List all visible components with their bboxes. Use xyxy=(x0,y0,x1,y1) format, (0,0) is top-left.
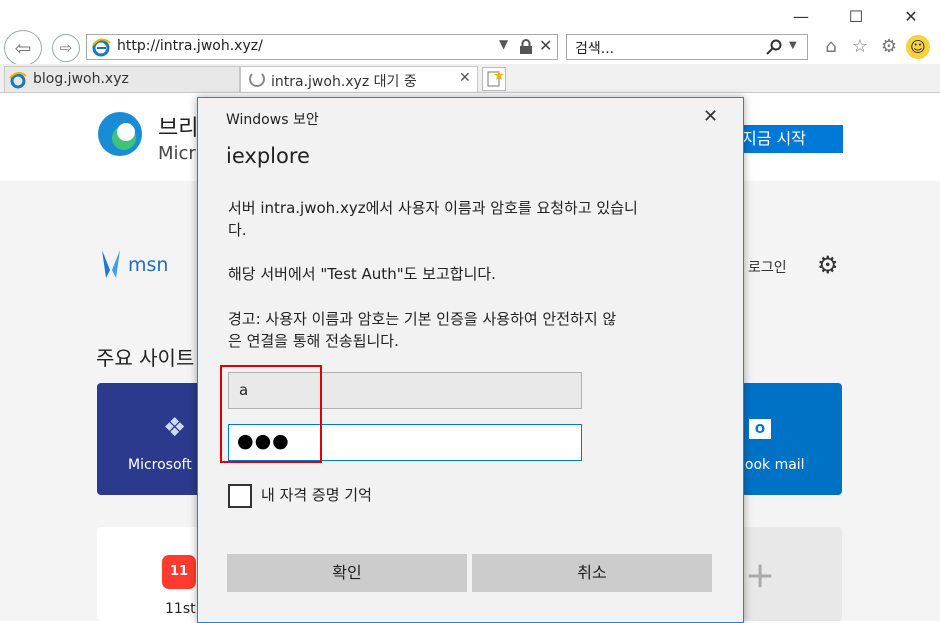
smiley-feedback-icon[interactable]: ☺ xyxy=(906,35,930,59)
tab-blog[interactable]: blog.jwoh.xyz xyxy=(4,66,240,92)
banner-title: 브리 xyxy=(158,116,199,141)
remember-checkbox[interactable] xyxy=(228,484,252,508)
tile-label: Microsoft xyxy=(128,457,192,473)
forward-arrow-icon: ⇨ xyxy=(59,39,73,57)
tile-label: look mail xyxy=(741,457,805,473)
credential-dialog: Windows 보안 ✕ iexplore 서버 intra.jwoh.xyz에… xyxy=(197,97,744,623)
close-tab-icon[interactable]: ✕ xyxy=(459,70,471,86)
warning-line1: 경고: 사용자 이름과 암호는 기본 인증을 사용하여 안전하지 않 xyxy=(228,310,617,328)
dropdown-icon[interactable]: ▼ xyxy=(499,37,508,51)
back-arrow-icon: ⇦ xyxy=(14,36,32,60)
server-report-text: 해당 서버에서 "Test Auth"도 보고합니다. xyxy=(228,265,496,283)
ie-icon xyxy=(92,38,111,57)
elevenst-logo-icon: 11 xyxy=(162,555,196,589)
request-message-line1: 서버 intra.jwoh.xyz에서 사용자 이름과 암호를 요청하고 있습니 xyxy=(228,199,638,217)
home-icon[interactable]: ⌂ xyxy=(820,36,842,58)
app-name: iexplore xyxy=(226,144,310,168)
edge-logo-icon xyxy=(98,112,142,156)
favorites-star-icon[interactable]: ☆ xyxy=(849,36,871,58)
tile-outlook[interactable]: O look mail xyxy=(741,383,842,495)
back-button[interactable]: ⇦ xyxy=(4,30,42,66)
tab-label: intra.jwoh.xyz 대기 중 xyxy=(271,74,417,90)
tile-add[interactable]: + xyxy=(741,527,842,621)
highlight-box xyxy=(220,365,322,463)
login-link[interactable]: 로그인 xyxy=(748,257,787,277)
ie-icon xyxy=(9,72,27,89)
loading-spinner-icon xyxy=(249,71,265,87)
stop-icon[interactable]: ✕ xyxy=(539,36,552,55)
ok-button[interactable]: 확인 xyxy=(227,554,467,592)
top-sites-heading: 주요 사이트 xyxy=(96,346,195,370)
maximize-icon[interactable]: ☐ xyxy=(833,4,879,30)
close-window-icon[interactable]: ✕ xyxy=(888,4,934,30)
banner-subtitle: Micr xyxy=(158,143,196,164)
settings-gear-icon[interactable]: ⚙ xyxy=(817,251,839,279)
search-input[interactable]: 검색... ▼ xyxy=(566,34,808,60)
tile-label: 11st xyxy=(165,601,196,617)
search-placeholder: 검색... xyxy=(575,41,615,57)
tile-microsoft[interactable]: ❖ Microsoft xyxy=(97,383,201,495)
new-tab-button[interactable] xyxy=(482,67,506,91)
warning-line2: 은 연결을 통해 전송됩니다. xyxy=(228,332,399,350)
start-now-label: 지금 시작 xyxy=(742,129,806,148)
address-bar[interactable]: http://intra.jwoh.xyz/ ▼ ✕ xyxy=(86,34,558,60)
new-tab-icon xyxy=(487,70,504,87)
tab-intra[interactable]: intra.jwoh.xyz 대기 중 ✕ xyxy=(240,66,478,92)
request-message-line2: 다. xyxy=(228,221,247,239)
gear-icon[interactable]: ⚙ xyxy=(878,36,900,58)
remember-label[interactable]: 내 자격 증명 기억 xyxy=(261,484,372,505)
search-icon[interactable] xyxy=(765,39,783,55)
tile-11st[interactable]: 11 11st xyxy=(97,527,201,621)
forward-button[interactable]: ⇨ xyxy=(52,34,80,62)
windows-logo-icon: ❖ xyxy=(163,413,187,443)
msn-label[interactable]: msn xyxy=(128,254,168,276)
minimize-icon[interactable]: — xyxy=(778,4,824,30)
start-now-button[interactable]: 지금 시작 xyxy=(742,125,843,153)
cancel-button[interactable]: 취소 xyxy=(472,554,712,592)
close-icon[interactable]: ✕ xyxy=(703,106,718,127)
outlook-icon: O xyxy=(749,419,771,439)
msn-butterfly-icon xyxy=(102,250,120,278)
lock-icon[interactable] xyxy=(519,39,533,55)
address-url: http://intra.jwoh.xyz/ xyxy=(117,38,263,54)
tab-label: blog.jwoh.xyz xyxy=(33,71,129,87)
dialog-header: Windows 보안 xyxy=(226,112,319,128)
plus-icon: + xyxy=(745,555,776,596)
search-dropdown-icon[interactable]: ▼ xyxy=(789,40,797,51)
